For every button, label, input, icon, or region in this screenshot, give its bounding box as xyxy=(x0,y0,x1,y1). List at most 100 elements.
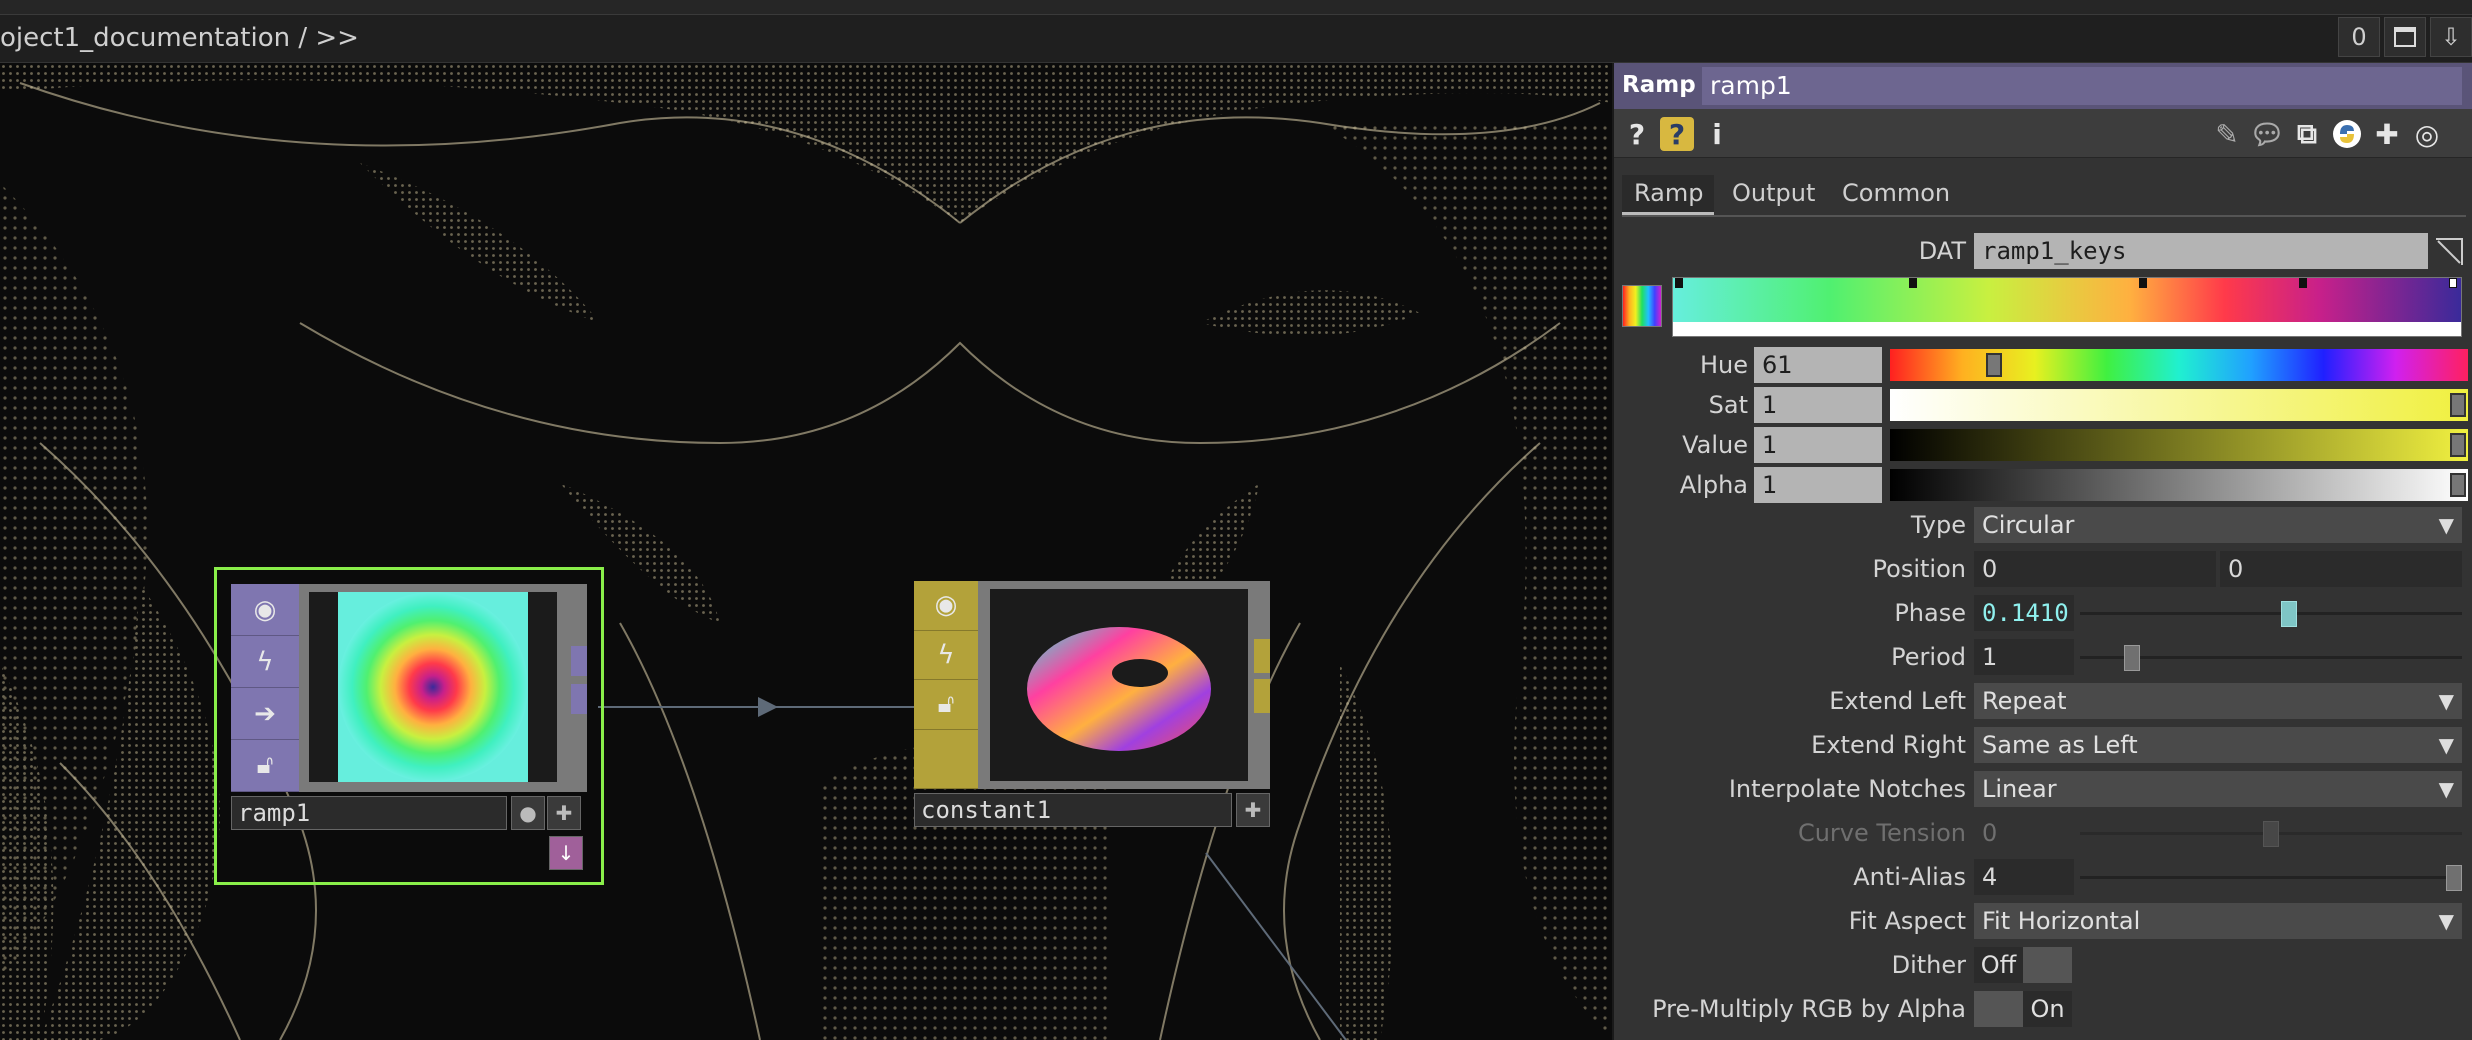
ramp-key-marker[interactable] xyxy=(2449,278,2457,288)
position-label: Position xyxy=(1872,555,1966,583)
dat-field[interactable]: ramp1_keys xyxy=(1974,233,2428,269)
phase-field[interactable]: 0.1410 xyxy=(1974,595,2074,631)
ramp-key-marker[interactable] xyxy=(2139,278,2147,288)
ramp-editor[interactable] xyxy=(1672,277,2462,337)
render-flag-icon[interactable]: ↓ xyxy=(549,836,583,870)
fit-aspect-value: Fit Horizontal xyxy=(1982,907,2141,935)
chevron-down-icon: ▼ xyxy=(2438,909,2454,933)
alpha-slider-knob[interactable] xyxy=(2450,473,2466,497)
add-icon[interactable]: ✚ xyxy=(1236,793,1270,827)
extend-right-menu[interactable]: Same as Left ▼ xyxy=(1974,727,2462,763)
chevron-down-icon: ▼ xyxy=(2438,733,2454,757)
phase-slider-knob[interactable] xyxy=(2281,601,2298,627)
tension-slider-knob xyxy=(2263,821,2279,847)
dat-viewer-icon[interactable] xyxy=(2432,235,2468,269)
sat-field[interactable]: 1 xyxy=(1754,387,1882,423)
add-icon[interactable]: ✚ xyxy=(2370,117,2404,151)
display-flag-icon[interactable]: ● xyxy=(511,796,545,830)
param-extend-left: Extend Left Repeat ▼ xyxy=(1614,681,2472,721)
info-icon[interactable]: i xyxy=(1700,117,1734,151)
sat-slider-knob[interactable] xyxy=(2450,393,2466,417)
chevron-down-icon: ▼ xyxy=(2438,777,2454,801)
count-badge[interactable]: 0 xyxy=(2338,17,2380,57)
antialias-field[interactable]: 4 xyxy=(1974,859,2074,895)
network-editor[interactable]: ◉ ϟ ➔ 🔓︎ ramp1 ● ✚ ↓ ◉ ϟ 🔓︎ constant1 ✚ xyxy=(0,63,1612,1040)
clone-icon[interactable]: ⧉ xyxy=(2290,117,2324,151)
tab-output[interactable]: Output xyxy=(1720,175,1827,215)
param-dither: Dither Off xyxy=(1614,945,2472,985)
ramp-key-marker[interactable] xyxy=(1909,278,1917,288)
value-slider-knob[interactable] xyxy=(2450,433,2466,457)
ramp-node-label[interactable]: ramp1 xyxy=(231,796,507,830)
op-type: Ramp xyxy=(1622,72,1696,98)
period-slider-knob[interactable] xyxy=(2123,645,2140,671)
period-label: Period xyxy=(1891,643,1966,671)
viewer-icon[interactable]: ◉ xyxy=(231,584,299,636)
hue-field[interactable]: 61 xyxy=(1754,347,1882,383)
hue-slider[interactable] xyxy=(1890,349,2468,381)
python-help-icon[interactable]: ? xyxy=(1660,117,1694,151)
hue-slider-knob[interactable] xyxy=(1985,353,2002,377)
dither-label: Dither xyxy=(1891,951,1966,979)
edit-icon[interactable]: ✎ xyxy=(2210,117,2244,151)
tab-common[interactable]: Common xyxy=(1830,175,1962,215)
param-hue: Hue 61 xyxy=(1614,345,2472,385)
add-icon[interactable]: ✚ xyxy=(547,796,581,830)
premultiply-toggle[interactable]: On xyxy=(1974,991,2072,1027)
tension-label: Curve Tension xyxy=(1797,819,1966,847)
sat-slider[interactable] xyxy=(1890,389,2468,421)
python-icon[interactable] xyxy=(2330,117,2364,151)
param-period: Period 1 xyxy=(1614,637,2472,677)
network-path[interactable]: oject1_documentation / >> xyxy=(0,23,359,53)
alpha-field[interactable]: 1 xyxy=(1754,467,1882,503)
output-connector-2[interactable] xyxy=(1254,679,1270,713)
help-icon[interactable]: ? xyxy=(1620,117,1654,151)
premultiply-label: Pre-Multiply RGB by Alpha xyxy=(1652,995,1966,1023)
extend-right-label: Extend Right xyxy=(1811,731,1966,759)
chevron-down-icon: ▼ xyxy=(2438,689,2454,713)
fit-aspect-menu[interactable]: Fit Horizontal ▼ xyxy=(1974,903,2462,939)
ramp-gradient[interactable] xyxy=(1673,278,2461,322)
tab-ramp[interactable]: Ramp xyxy=(1622,175,1714,215)
ramp-node[interactable]: ◉ ϟ ➔ 🔓︎ ramp1 ● ✚ ↓ xyxy=(214,567,604,885)
type-menu[interactable]: Circular ▼ xyxy=(1974,507,2462,543)
value-field[interactable]: 1 xyxy=(1754,427,1882,463)
antialias-slider[interactable] xyxy=(2080,876,2462,879)
interpolate-menu[interactable]: Linear ▼ xyxy=(1974,771,2462,807)
interpolate-value: Linear xyxy=(1982,775,2057,803)
fit-aspect-label: Fit Aspect xyxy=(1848,907,1966,935)
ramp-key-marker[interactable] xyxy=(1675,278,1683,288)
value-slider[interactable] xyxy=(1890,429,2468,461)
output-connector[interactable] xyxy=(1254,639,1270,673)
constant-node[interactable]: ◉ ϟ 🔓︎ constant1 ✚ xyxy=(914,581,1274,893)
ramp-key-marker[interactable] xyxy=(2299,278,2307,288)
lock-icon[interactable]: 🔓︎ xyxy=(914,680,978,730)
op-name-field[interactable]: ramp1 xyxy=(1702,67,2462,105)
panel-toolbar: ? ? i ✎ 💬︎ ⧉ ✚ ◎ xyxy=(1614,109,2472,158)
antialias-slider-knob[interactable] xyxy=(2446,865,2462,891)
premultiply-value: On xyxy=(2023,991,2072,1027)
viewer-icon[interactable]: ◎ xyxy=(2410,117,2444,151)
maximize-icon[interactable] xyxy=(2384,17,2426,57)
cooking-icon[interactable]: ϟ xyxy=(914,631,978,681)
extend-left-menu[interactable]: Repeat ▼ xyxy=(1974,683,2462,719)
ramp-swatch-icon[interactable] xyxy=(1622,285,1662,327)
constant-node-label[interactable]: constant1 xyxy=(914,793,1232,827)
output-connector[interactable] xyxy=(571,646,587,676)
comment-icon[interactable]: 💬︎ xyxy=(2249,117,2285,151)
lock-icon[interactable]: 🔓︎ xyxy=(231,740,299,792)
download-icon[interactable]: ⇩ xyxy=(2430,17,2472,57)
output-connector-2[interactable] xyxy=(571,684,587,714)
phase-slider[interactable] xyxy=(2080,612,2462,615)
dither-toggle[interactable]: Off xyxy=(1974,947,2072,983)
position-x-field[interactable]: 0 xyxy=(1974,551,2216,587)
export-icon[interactable]: ➔ xyxy=(231,688,299,740)
alpha-slider[interactable] xyxy=(1890,469,2468,501)
period-field[interactable]: 1 xyxy=(1974,639,2074,675)
param-dat: DAT ramp1_keys xyxy=(1614,231,2472,271)
position-y-field[interactable]: 0 xyxy=(2220,551,2462,587)
background-pattern xyxy=(0,63,1612,1040)
viewer-icon[interactable]: ◉ xyxy=(914,581,978,631)
cooking-icon[interactable]: ϟ xyxy=(231,636,299,688)
param-fit-aspect: Fit Aspect Fit Horizontal ▼ xyxy=(1614,901,2472,941)
